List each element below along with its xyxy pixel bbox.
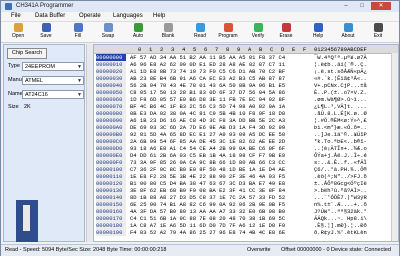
- menu-data-buffer[interactable]: Data Buffer: [35, 13, 65, 19]
- table-row[interactable]: 00000140 8D 1B 88 A8 27 D3 D5 C8 37 1E 7…: [94, 194, 398, 201]
- table-row[interactable]: 00000070 BF 4C B6 4C 1F B3 2C 56 C3 5D 7…: [94, 103, 398, 110]
- hex-editor[interactable]: 0 1 2 3 4 5 6 7 8 9 A B C D E F 01234567…: [93, 44, 399, 242]
- fill-button[interactable]: Fill: [65, 23, 91, 41]
- table-row[interactable]: 000000F0 73 3A 9F 85 26 0A CA 9C 8B 66 1…: [94, 159, 398, 166]
- blank-icon: [163, 23, 173, 32]
- menu-file[interactable]: File: [11, 13, 21, 19]
- title-bar: CH341A Programmer – □ ✕: [1, 1, 399, 12]
- help-icon: [313, 23, 323, 32]
- exit-button[interactable]: Exit: [365, 23, 391, 41]
- erase-button[interactable]: Erase: [273, 23, 299, 41]
- help-button[interactable]: Help: [305, 23, 331, 41]
- type-label: Type: [8, 63, 20, 69]
- manufacturer-select[interactable]: ATMEL ▼: [22, 76, 84, 85]
- name-value: AT24C16: [25, 92, 48, 98]
- menu-bar: File Data Buffer Operate Languages Help: [1, 12, 399, 22]
- size-label: Size: [8, 104, 19, 110]
- size-value: 2K: [24, 104, 31, 110]
- app-icon: [5, 3, 12, 10]
- table-row[interactable]: 00000020 A1 1D E8 8B 73 74 10 73 F0 C5 C…: [94, 68, 398, 75]
- main-window: CH341A Programmer – □ ✕ File Data Buffer…: [0, 0, 400, 256]
- table-row[interactable]: 00000010 A6 96 E8 A2 62 09 0D E1 ED 28 A…: [94, 61, 398, 68]
- table-row[interactable]: 00000090 A6 1B 23 D6 16 AE C8 4D 3C F8 3…: [94, 117, 398, 124]
- disk-icon: [41, 23, 51, 32]
- read-button[interactable]: Read: [187, 23, 213, 41]
- exit-icon: [373, 23, 383, 32]
- table-row[interactable]: 00000040 56 2B 94 70 43 4E 78 01 43 6A 5…: [94, 82, 398, 89]
- table-row[interactable]: 000000A0 DE 69 93 3C 6D 2A 7D E6 9E AB D…: [94, 124, 398, 131]
- minimize-button[interactable]: –: [339, 2, 353, 10]
- manu-value: ATMEL: [25, 78, 43, 84]
- erase-icon: [281, 23, 291, 32]
- panel-scrollbar[interactable]: [86, 44, 93, 242]
- verify-icon: [253, 23, 263, 32]
- toolbar: Open Save Fill Swap Auto Blank Read Prog…: [1, 22, 399, 43]
- table-row[interactable]: 00000130 3E 8F 62 EB 68 B9 F9 08 BA E2 3…: [94, 187, 398, 194]
- chevron-down-icon: ▼: [77, 64, 82, 70]
- blank-button[interactable]: Blank: [155, 23, 181, 41]
- table-row[interactable]: 00000190 F4 83 52 A2 79 4A 86 25 27 96 E…: [94, 229, 398, 236]
- verify-button[interactable]: Verify: [245, 23, 271, 41]
- menu-operate[interactable]: Operate: [79, 13, 101, 19]
- program-icon: [223, 23, 233, 32]
- status-device: Offset 00000000 - 0 Device state: Connec…: [281, 247, 391, 253]
- status-read-info: Read - Speed: 5094 Byte/Sec Size: 2048 B…: [5, 247, 167, 253]
- hex-header: 0 1 2 3 4 5 6 7 8 9 A B C D E F 01234567…: [94, 45, 398, 54]
- table-row[interactable]: 000000C0 2A 6B 99 54 6F 85 AA DE 45 3C 1…: [94, 138, 398, 145]
- table-row[interactable]: 00000110 1E E8 F2 28 5E 3B 4E 22 88 90 2…: [94, 173, 398, 180]
- status-mode: Overwrite: [247, 247, 271, 253]
- name-label: Name: [8, 91, 23, 97]
- menu-help[interactable]: Help: [153, 13, 165, 19]
- chip-image: [23, 205, 30, 231]
- chip-search-button[interactable]: Chip Search: [7, 48, 47, 59]
- table-row[interactable]: 00000120 B1 00 80 C5 D4 BA 38 47 63 67 3…: [94, 180, 398, 187]
- save-button[interactable]: Save: [33, 23, 59, 41]
- table-row[interactable]: 00000170 C4 C1 51 6B 1A 9C 88 7E 08 20 4…: [94, 215, 398, 222]
- table-row[interactable]: 000000E0 D4 DD 61 2B 6A 03 C5 EB 1B 4A 1…: [94, 152, 398, 159]
- maximize-button[interactable]: □: [355, 2, 369, 10]
- table-row[interactable]: 00000060 1D F8 6D 05 57 E0 B6 D8 3E 11 F…: [94, 96, 398, 103]
- ascii-header: 0123456789ABCDEF: [314, 46, 367, 53]
- auto-button[interactable]: Auto: [125, 23, 151, 41]
- chevron-down-icon: ▼: [77, 78, 82, 84]
- about-icon: [343, 23, 353, 32]
- about-button[interactable]: About: [335, 23, 361, 41]
- table-row[interactable]: 00000180 1A C8 A7 1E A6 5D 11 6D D0 7D 7…: [94, 222, 398, 229]
- type-value: 24EEPROM: [25, 64, 55, 70]
- read-icon: [195, 23, 205, 32]
- table-row[interactable]: 00000100 C7 36 2F 0C 8C B0 E0 8F 50 48 1…: [94, 166, 398, 173]
- swap-button[interactable]: Swap: [95, 23, 121, 41]
- table-row[interactable]: 00000080 0B E3 DA 02 38 0A 4C 81 C9 5B 4…: [94, 110, 398, 117]
- table-row[interactable]: 00000160 4A 3F DA 57 B0 80 13 AA AA A7 3…: [94, 208, 398, 215]
- chevron-down-icon: ▼: [77, 92, 82, 98]
- close-button[interactable]: ✕: [371, 2, 391, 10]
- table-row[interactable]: 000000D0 93 18 A6 E8 A1 C4 54 CE A4 2B 9…: [94, 145, 398, 152]
- table-row[interactable]: 00000050 C8 05 17 50 13 28 B1 83 0D 6F 3…: [94, 89, 398, 96]
- open-button[interactable]: Open: [5, 23, 31, 41]
- table-row[interactable]: 00000150 6E 25 90 74 B1 A8 82 C6 99 0A 9…: [94, 201, 398, 208]
- menu-languages[interactable]: Languages: [113, 13, 143, 19]
- name-select[interactable]: AT24C16 ▼: [22, 90, 84, 99]
- program-button[interactable]: Program: [215, 23, 241, 41]
- auto-icon: [133, 23, 143, 32]
- table-row[interactable]: 00000000 AF 57 AD 34 AA 51 B2 AA 11 B5 A…: [94, 54, 398, 61]
- folder-icon: [13, 23, 23, 32]
- type-select[interactable]: 24EEPROM ▼: [22, 62, 84, 71]
- hex-scrollbar[interactable]: [391, 53, 398, 241]
- chip-panel: Chip Search Type 24EEPROM ▼ Manu ATMEL ▼…: [3, 44, 85, 242]
- status-bar: Read - Speed: 5094 Byte/Sec Size: 2048 B…: [1, 244, 399, 256]
- table-row[interactable]: 000000B0 92 81 5D 4A 65 8D EC E1 27 A9 9…: [94, 131, 398, 138]
- swap-icon: [103, 23, 113, 32]
- window-title: CH341A Programmer: [16, 3, 74, 9]
- fill-icon: [73, 23, 83, 32]
- manu-label: Manu: [8, 77, 22, 83]
- table-row[interactable]: 00000030 AB 23 8E B4 6B 91 A6 CA EC E3 A…: [94, 75, 398, 82]
